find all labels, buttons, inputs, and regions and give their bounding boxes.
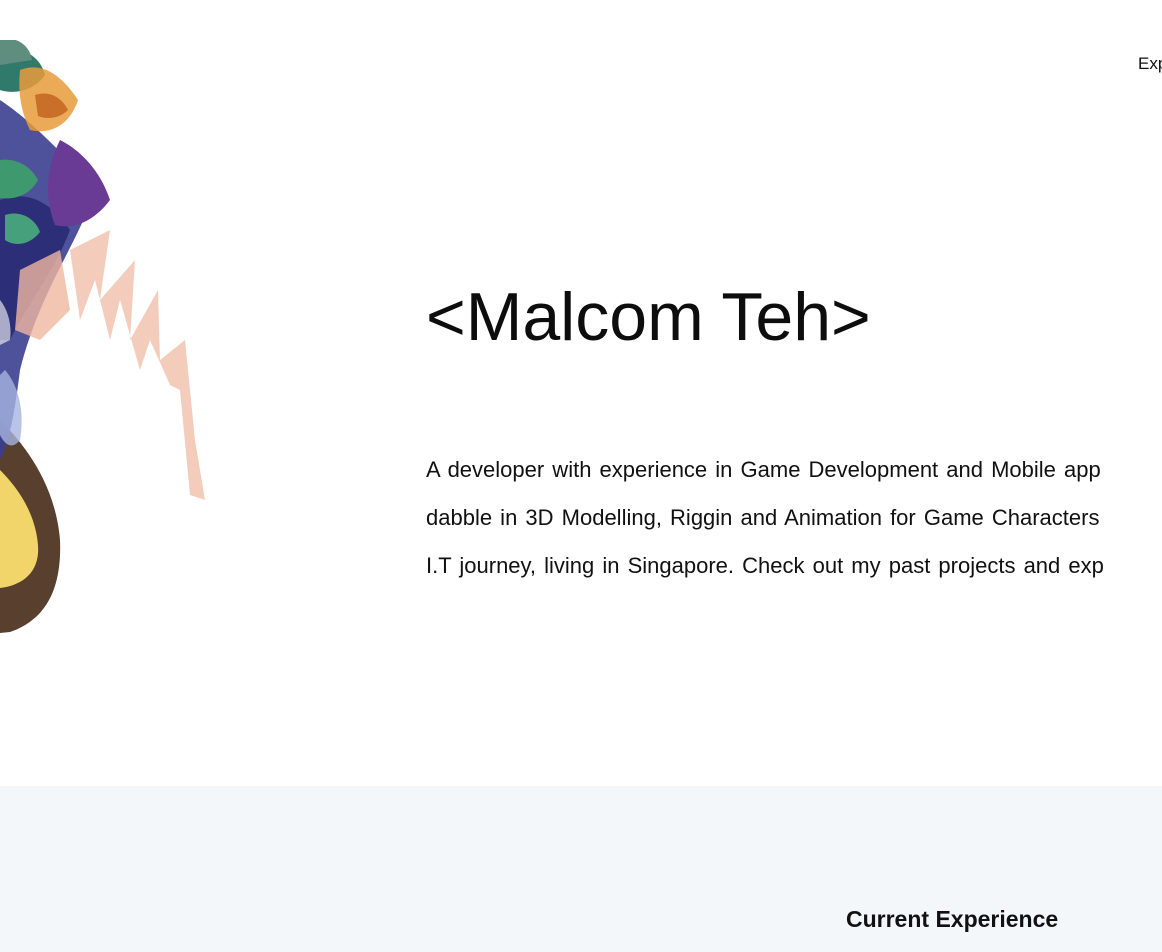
- hero-section: Exp <Malcom Teh> A develo: [0, 0, 1162, 786]
- hero-description-line: dabble in 3D Modelling, Riggin and Anima…: [426, 505, 1100, 530]
- hero-description: A developer with experience in Game Deve…: [426, 446, 1162, 590]
- nav-link-experience[interactable]: Exp: [1138, 54, 1162, 74]
- experience-section: Current Experience: [0, 786, 1162, 952]
- hero-description-line: A developer with experience in Game Deve…: [426, 457, 1101, 482]
- hero-description-line: I.T journey, living in Singapore. Check …: [426, 553, 1104, 578]
- watercolor-artwork: [0, 40, 205, 633]
- hero-title: <Malcom Teh>: [426, 279, 871, 355]
- portfolio-page: Exp <Malcom Teh> A develo: [0, 0, 1162, 952]
- experience-heading: Current Experience: [846, 906, 1059, 932]
